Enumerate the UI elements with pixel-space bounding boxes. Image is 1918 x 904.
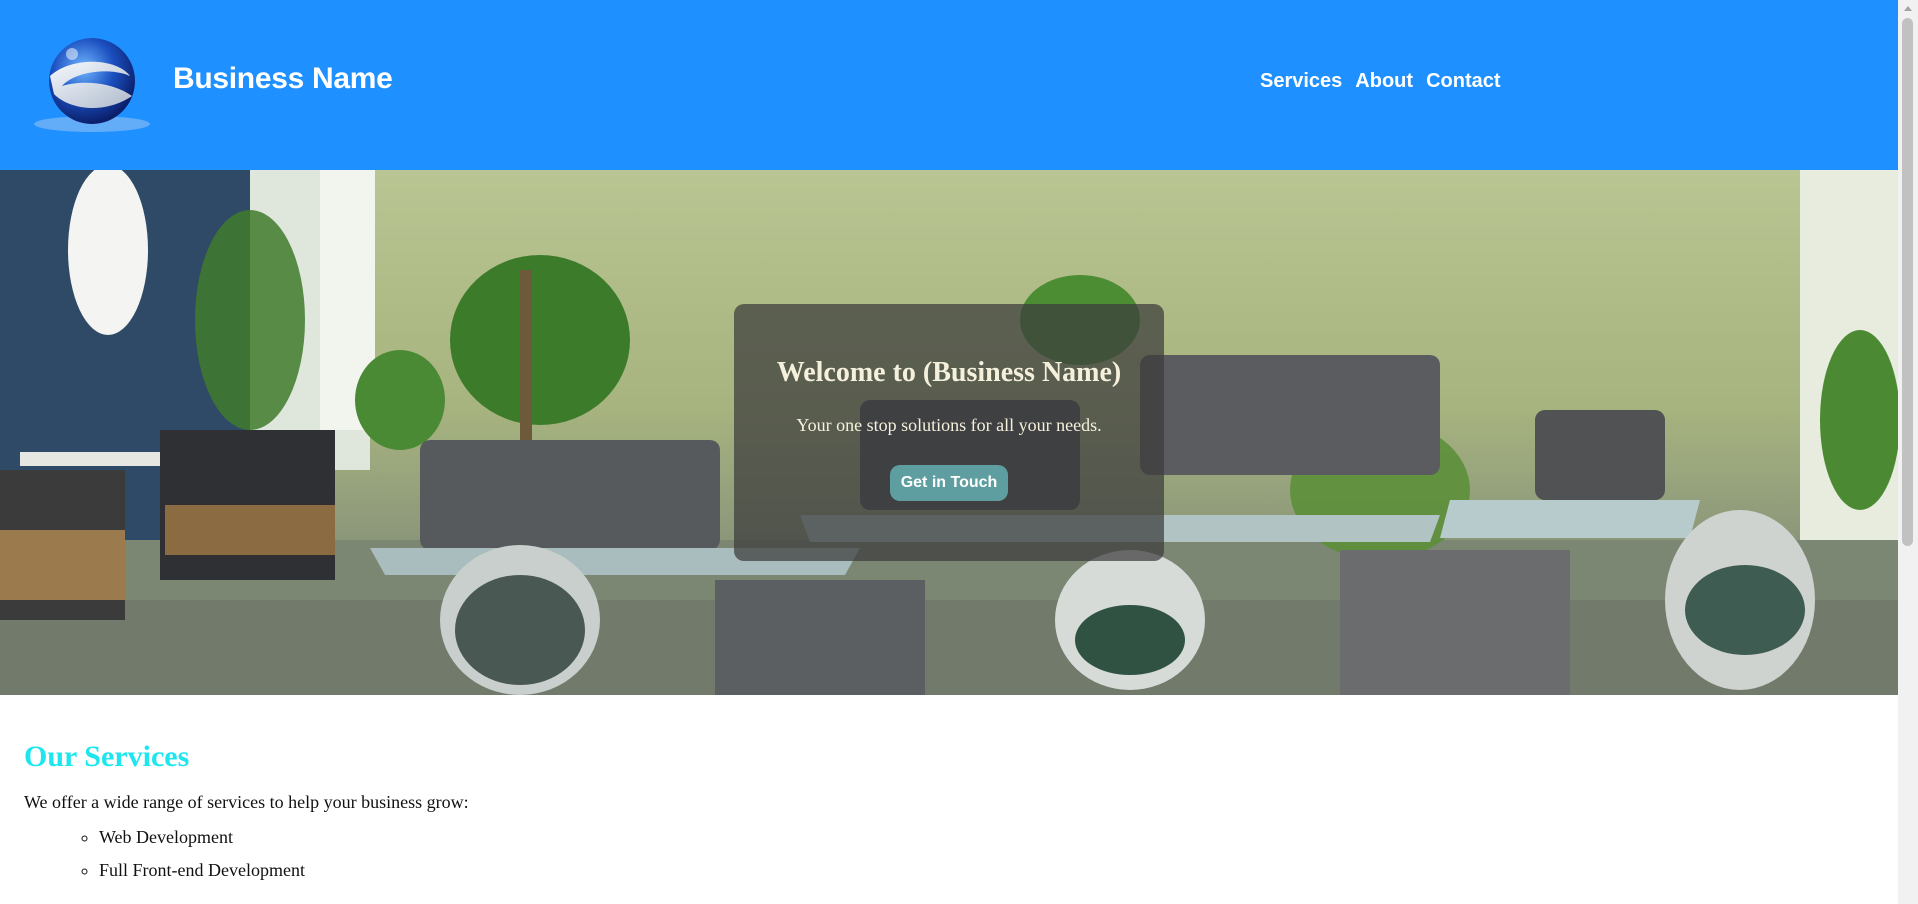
- nav-link-contact[interactable]: Contact: [1426, 70, 1500, 93]
- vertical-scrollbar[interactable]: [1898, 0, 1918, 904]
- main-nav: Services About Contact: [1260, 70, 1501, 93]
- nav-link-about[interactable]: About: [1355, 70, 1413, 93]
- hero-section: Welcome to (Business Name) Your one stop…: [0, 170, 1898, 695]
- hero-title: Welcome to (Business Name): [776, 357, 1122, 388]
- services-intro: We offer a wide range of services to hel…: [24, 792, 469, 812]
- globe-logo-icon[interactable]: [32, 36, 152, 136]
- brand-name[interactable]: Business Name: [173, 62, 393, 96]
- list-item: Full Front-end Development: [99, 860, 1824, 881]
- site-header: Business Name Services About Contact: [0, 0, 1898, 170]
- scrollbar-thumb[interactable]: [1902, 18, 1913, 546]
- services-list: Web Development Full Front-end Developme…: [24, 827, 1824, 881]
- get-in-touch-button[interactable]: Get in Touch: [889, 465, 1009, 501]
- services-heading: Our Services: [24, 740, 190, 773]
- nav-link-services[interactable]: Services: [1260, 70, 1342, 93]
- list-item: Web Development: [99, 827, 1824, 848]
- hero-subtitle: Your one stop solutions for all your nee…: [796, 415, 1102, 435]
- hero-overlay-card: Welcome to (Business Name) Your one stop…: [734, 304, 1164, 561]
- page: Business Name Services About Contact Wel…: [0, 0, 1898, 904]
- services-section: Our Services We offer a wide range of se…: [24, 740, 1824, 893]
- scroll-up-arrow-icon[interactable]: [1904, 6, 1912, 11]
